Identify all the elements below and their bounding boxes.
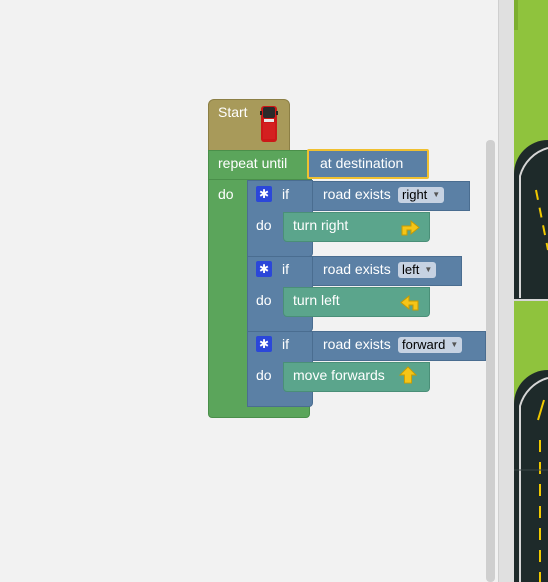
blockly-workspace[interactable]: Start repeat until do at destination ✱ i… bbox=[0, 0, 498, 582]
direction-dropdown-left[interactable]: left ▼ bbox=[398, 262, 437, 278]
at-destination-label: at destination bbox=[320, 155, 404, 171]
road-map bbox=[514, 0, 548, 582]
road-exists-label: road exists bbox=[323, 336, 391, 352]
turn-right-arrow-icon bbox=[401, 219, 420, 236]
road-map-graphic bbox=[514, 0, 548, 582]
turn-left-label: turn left bbox=[293, 292, 340, 308]
gear-icon[interactable]: ✱ bbox=[256, 186, 272, 202]
move-forwards-label: move forwards bbox=[293, 367, 385, 383]
dropdown-caret-icon: ▼ bbox=[432, 190, 441, 199]
if-label: if bbox=[282, 186, 289, 202]
if-label: if bbox=[282, 261, 289, 277]
road-exists-label: road exists bbox=[323, 186, 391, 202]
if-do-label: do bbox=[256, 217, 272, 233]
turn-right-label: turn right bbox=[293, 217, 349, 233]
start-label: Start bbox=[218, 104, 248, 120]
dropdown-caret-icon: ▼ bbox=[450, 340, 459, 349]
if-do-label: do bbox=[256, 292, 272, 308]
up-arrow-icon bbox=[398, 366, 418, 384]
turn-left-arrow-icon bbox=[400, 294, 419, 311]
road-exists-label: road exists bbox=[323, 261, 391, 277]
gear-icon[interactable]: ✱ bbox=[256, 336, 272, 352]
gear-icon[interactable]: ✱ bbox=[256, 261, 272, 277]
dropdown-caret-icon: ▼ bbox=[424, 265, 433, 274]
repeat-do-label: do bbox=[218, 186, 234, 202]
direction-dropdown-right[interactable]: right ▼ bbox=[398, 187, 445, 203]
panel-divider[interactable] bbox=[498, 0, 514, 582]
van-icon bbox=[260, 106, 278, 142]
if-do-label: do bbox=[256, 367, 272, 383]
direction-dropdown-forward[interactable]: forward ▼ bbox=[398, 337, 463, 353]
repeat-until-label: repeat until bbox=[218, 155, 288, 171]
workspace-vertical-scrollbar[interactable] bbox=[486, 140, 495, 582]
if-label: if bbox=[282, 336, 289, 352]
